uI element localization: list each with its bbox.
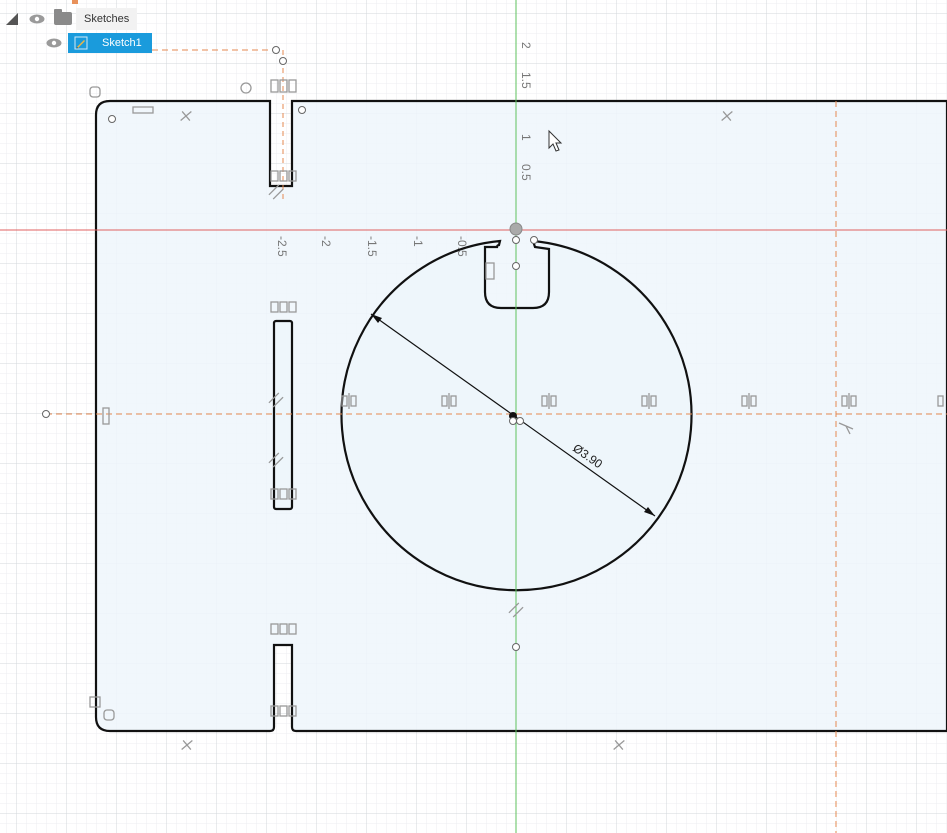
tick-label-h--0.5: -0.5 bbox=[455, 236, 469, 257]
eye-icon[interactable] bbox=[46, 38, 62, 48]
sketch-canvas[interactable]: 2 1.5 1 0.5 -2.5 -2 -1.5 -1 -0.5 Ø3.90 bbox=[0, 0, 947, 833]
tick-label-h--1: -1 bbox=[411, 236, 425, 247]
center-slot[interactable] bbox=[272, 319, 294, 511]
tick-label-v-1.5: 1.5 bbox=[519, 72, 533, 89]
eye-icon[interactable] bbox=[29, 14, 45, 24]
tick-label-v-2: 2 bbox=[519, 42, 533, 49]
tick-label-h--2: -2 bbox=[319, 236, 333, 247]
collapse-triangle-icon[interactable] bbox=[6, 13, 18, 25]
origin-point-icon[interactable] bbox=[509, 222, 523, 236]
folder-icon bbox=[54, 9, 72, 25]
component-color-swatch bbox=[72, 0, 78, 4]
browser-item-sketch1[interactable]: Sketch1 bbox=[44, 33, 152, 55]
sketch1-highlight[interactable]: Sketch1 bbox=[68, 33, 152, 53]
folder-label[interactable]: Sketches bbox=[76, 8, 138, 30]
tick-label-v-0.5: 0.5 bbox=[519, 164, 533, 181]
tick-label-h--2.5: -2.5 bbox=[275, 236, 289, 257]
browser-folder-sketches[interactable]: Sketches bbox=[0, 8, 140, 30]
browser-tree: Sketches Sketch1 bbox=[0, 0, 160, 56]
sketch-icon bbox=[74, 36, 88, 50]
tick-label-h--1.5: -1.5 bbox=[365, 236, 379, 257]
sketch-label[interactable]: Sketch1 bbox=[102, 33, 142, 53]
tick-label-v-1: 1 bbox=[519, 134, 533, 141]
